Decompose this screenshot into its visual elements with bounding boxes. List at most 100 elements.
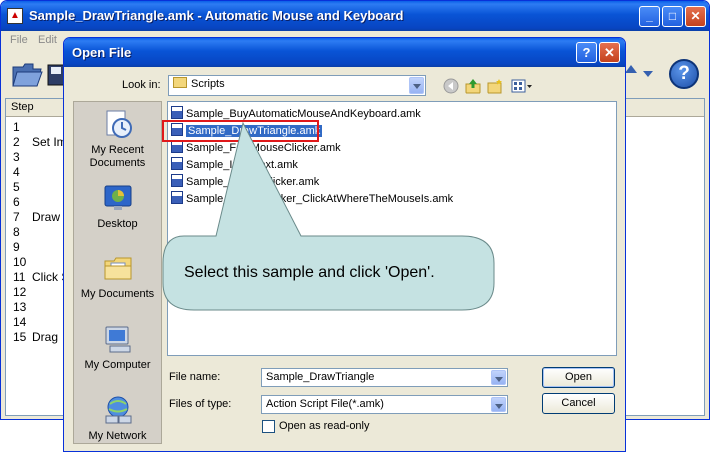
dialog-title-bar[interactable]: Open File ? ✕ [64, 38, 625, 67]
step-row[interactable]: 14 [13, 315, 32, 330]
step-number: 2 [13, 135, 20, 149]
step-row[interactable]: 8 [13, 225, 32, 240]
open-readonly-label: Open as read-only [279, 420, 370, 432]
step-row[interactable]: 13 [13, 300, 32, 315]
main-title-bar[interactable]: ▲ Sample_DrawTriangle.amk - Automatic Mo… [1, 1, 709, 31]
step-row[interactable]: 5 [13, 180, 32, 195]
callout-text: Select this sample and click 'Open'. [184, 264, 435, 281]
file-name-field[interactable]: Sample_DrawTriangle [261, 368, 508, 387]
step-row[interactable]: 2 Set Im [13, 135, 67, 150]
step-row[interactable]: 1 [13, 120, 32, 135]
help-icon[interactable]: ? [669, 59, 699, 89]
step-number: 9 [13, 240, 20, 254]
cancel-button[interactable]: Cancel [542, 393, 615, 414]
step-number: 1 [13, 120, 20, 134]
file-name: Sample_InputText.amk [186, 159, 298, 171]
script-file-icon [171, 191, 183, 204]
script-file-icon [171, 174, 183, 187]
menu-edit[interactable]: Edit [38, 34, 57, 46]
file-name: Sample_FastMouseClicker.amk [186, 142, 341, 154]
dialog-help-button[interactable]: ? [576, 42, 597, 63]
look-in-dropdown[interactable]: Scripts [168, 75, 426, 96]
my-documents-icon [104, 257, 131, 280]
recent-documents-icon [106, 110, 132, 138]
file-name: Sample_MouseClicker.amk [186, 176, 320, 188]
places-bar: My Recent Documents Desktop My Documents… [73, 101, 162, 444]
dialog-close-button[interactable]: ✕ [599, 42, 620, 63]
my-computer-icon [105, 326, 130, 353]
step-row[interactable]: 6 [13, 195, 32, 210]
dropdown-arrow-icon[interactable] [643, 71, 653, 77]
place-desktop[interactable]: Desktop [74, 182, 161, 231]
step-number: 12 [13, 285, 27, 299]
step-number: 14 [13, 315, 27, 329]
step-row[interactable]: 9 [13, 240, 32, 255]
look-in-value: Scripts [191, 78, 225, 90]
place-my-computer[interactable]: My Computer [74, 323, 161, 372]
maximize-button[interactable]: □ [662, 6, 683, 27]
step-row[interactable]: 7 Draw T [13, 210, 70, 225]
script-file-icon [171, 157, 183, 170]
step-row[interactable]: 15 Drag [13, 330, 58, 345]
file-type-value: Action Script File(*.amk) [266, 398, 384, 410]
open-readonly-checkbox[interactable] [262, 420, 275, 433]
script-file-icon [171, 106, 183, 119]
step-number: 11 [13, 270, 26, 284]
file-name-value: Sample_DrawTriangle [266, 371, 375, 383]
my-network-icon [105, 396, 131, 424]
place-label: My Computer [84, 359, 151, 371]
place-label: Desktop [97, 218, 138, 230]
file-item[interactable]: Sample_FastMouseClicker.amk [171, 140, 341, 156]
step-row[interactable]: 3 [13, 150, 32, 165]
look-in-label: Look in: [122, 79, 161, 91]
back-icon[interactable] [443, 78, 459, 94]
step-row[interactable]: 12 [13, 285, 32, 300]
step-number: 10 [13, 255, 27, 269]
step-row[interactable]: 11 Click S [13, 270, 69, 285]
place-label: My Recent Documents [89, 144, 146, 169]
dialog-title: Open File [72, 45, 132, 60]
file-name: Sample_MouseClicker_ClickAtWhereTheMouse… [186, 193, 454, 205]
file-item[interactable]: Sample_MouseClicker.amk [171, 174, 319, 190]
step-number: 3 [13, 150, 20, 164]
chevron-down-icon[interactable] [491, 370, 506, 385]
place-label: My Documents [80, 288, 155, 300]
file-item[interactable]: Sample_InputText.amk [171, 157, 298, 173]
main-window-title: Sample_DrawTriangle.amk - Automatic Mous… [29, 8, 404, 23]
step-number: 13 [13, 300, 27, 314]
place-my-network[interactable]: My Network [74, 394, 161, 443]
minimize-button[interactable]: _ [639, 6, 660, 27]
up-folder-icon[interactable] [465, 78, 481, 94]
file-name-label: File name: [169, 371, 221, 383]
file-item[interactable]: Sample_MouseClicker_ClickAtWhereTheMouse… [171, 191, 453, 207]
step-number: 15 [13, 330, 27, 344]
step-number: 8 [13, 225, 20, 239]
selected-file-highlight [162, 120, 319, 142]
chevron-down-icon[interactable] [491, 397, 506, 412]
file-type-label: Files of type: [169, 398, 232, 410]
up-arrow-icon[interactable] [625, 65, 637, 73]
close-button[interactable]: ✕ [685, 6, 706, 27]
step-text: Drag [32, 330, 59, 344]
place-my-recent-documents[interactable]: My Recent Documents [74, 108, 161, 170]
new-folder-icon[interactable] [487, 78, 503, 94]
file-name: Sample_BuyAutomaticMouseAndKeyboard.amk [186, 108, 421, 120]
step-number: 5 [13, 180, 20, 194]
view-menu-icon[interactable] [511, 78, 533, 94]
file-type-dropdown[interactable]: Action Script File(*.amk) [261, 395, 508, 414]
menu-file[interactable]: File [10, 34, 28, 46]
step-text: Set Im [32, 135, 67, 149]
chevron-down-icon[interactable] [409, 77, 424, 94]
desktop-icon [104, 185, 131, 210]
open-folder-icon[interactable] [11, 59, 43, 89]
app-icon: ▲ [7, 8, 23, 24]
place-my-documents[interactable]: My Documents [74, 252, 161, 301]
open-file-dialog: Open File ? ✕ Look in: Scripts My Recent… [63, 37, 626, 452]
step-row[interactable]: 10 [13, 255, 32, 270]
folder-icon [173, 77, 187, 88]
open-button[interactable]: Open [542, 367, 615, 388]
step-row[interactable]: 4 [13, 165, 32, 180]
step-number: 6 [13, 195, 20, 209]
step-number: 4 [13, 165, 20, 179]
place-label: My Network [88, 430, 147, 442]
